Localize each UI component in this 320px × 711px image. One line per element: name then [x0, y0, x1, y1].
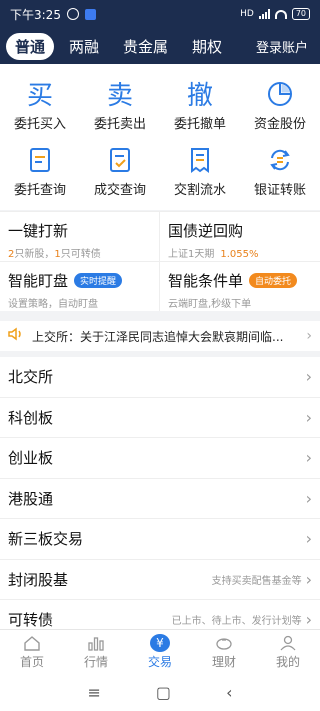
grid-item-label: 委托查询 [13, 182, 66, 198]
grid-item-label: 委托买入 [13, 116, 66, 132]
grid-item-cancel[interactable]: 撤 委托撤单 [160, 72, 240, 138]
grid-item-funds[interactable]: 资金股份 [240, 72, 320, 138]
grid-item-label: 委托卖出 [93, 116, 146, 132]
repo-card[interactable]: 国债逆回购 上证1天期 1.055% [160, 211, 320, 261]
condition-order-title: 智能条件单 [168, 272, 244, 290]
smart-watch-subtitle: 设置策略，自动盯盘 [8, 299, 98, 310]
sell-icon: 卖 [106, 81, 133, 111]
wifi-icon [274, 9, 287, 19]
signal-icon [258, 9, 270, 19]
market-list: 北交所 › 科创板 › 创业板 › 港股通 › 新三板交易 › 封闭股基 支持买卖配售基金等… [0, 357, 320, 641]
ipo-title: 一键打新 [8, 222, 69, 240]
status-time: 下午3:25 [10, 7, 61, 22]
notice-bar[interactable]: 上交所：关于江泽民同志追悼大会默哀期间临... › [0, 321, 320, 351]
realtime-tag: 实时提醒 [74, 273, 123, 288]
pie-chart-icon [265, 79, 295, 109]
list-item-hk-connect[interactable]: 港股通 › [0, 479, 320, 519]
grid-item-label: 银证转账 [253, 182, 306, 198]
header: 下午3:25 HD 70 普通 两融 贵金属 期权 登录账户 [0, 0, 320, 64]
tab-options[interactable]: 期权 [183, 33, 231, 60]
grid-item-label: 资金股份 [253, 116, 306, 132]
list-item-neeq[interactable]: 新三板交易 › [0, 519, 320, 560]
grid-item-trade-query[interactable]: 成交查询 [80, 138, 160, 204]
function-grid: 买 委托买入 卖 委托卖出 撤 委托撤单 资金股份 委托查询 成交查询 交割流水 [0, 64, 320, 210]
grid-item-sell[interactable]: 卖 委托卖出 [80, 72, 160, 138]
trade-query-icon [105, 145, 135, 175]
nav-wealth[interactable]: 理财 [192, 630, 256, 673]
tab-margin[interactable]: 两融 [60, 33, 108, 60]
smart-watch-title: 智能盯盘 [8, 272, 69, 290]
system-nav-bar: ≡ ▢ ‹ [0, 673, 320, 711]
smart-watch-card[interactable]: 智能盯盘 实时提醒 设置策略，自动盯盘 [0, 261, 160, 311]
nav-trade[interactable]: ¥ 交易 [128, 630, 192, 673]
order-query-icon [25, 145, 55, 175]
repo-subtitle: 上证1天期 1.055% [168, 249, 259, 260]
list-item-star-market[interactable]: 科创板 › [0, 398, 320, 438]
repo-rate: 1.055% [220, 249, 259, 260]
tab-precious-metals[interactable]: 贵金属 [114, 33, 177, 60]
market-icon [86, 634, 106, 652]
battery-icon: 70 [291, 8, 310, 20]
list-item-hint: 支持买卖配售基金等 [211, 575, 302, 587]
auto-order-tag: 自动委托 [249, 273, 298, 288]
grid-item-label: 委托撤单 [173, 116, 226, 132]
repo-title: 国债逆回购 [168, 222, 244, 240]
piggy-bank-icon [214, 634, 234, 652]
chevron-right-icon: › [305, 367, 312, 387]
grid-item-buy[interactable]: 买 委托买入 [0, 72, 80, 138]
ipo-card[interactable]: 一键打新 2只新股，1只可转债 [0, 211, 160, 261]
cancel-order-icon: 撤 [186, 81, 213, 111]
grid-item-label: 成交查询 [93, 182, 146, 198]
speaker-icon [8, 327, 24, 345]
chevron-right-icon: › [305, 569, 312, 589]
ipo-subtitle: 2只新股，1只可转债 [8, 249, 101, 260]
alarm-icon [66, 8, 79, 20]
notice-text: 上交所：关于江泽民同志追悼大会默哀期间临... [32, 329, 284, 344]
grid-item-statement[interactable]: 交割流水 [160, 138, 240, 204]
account-type-tabs: 普通 两融 贵金属 期权 登录账户 [0, 28, 320, 64]
grid-item-label: 交割流水 [173, 182, 226, 198]
list-item-closed-funds[interactable]: 封闭股基 支持买卖配售基金等 › [0, 560, 320, 600]
chevron-right-icon: › [305, 488, 312, 508]
login-button[interactable]: 登录账户 [256, 37, 314, 56]
statement-icon [185, 145, 215, 175]
grid-item-transfer[interactable]: 银证转账 [240, 138, 320, 204]
chevron-right-icon: › [306, 328, 312, 344]
back-icon[interactable]: ‹ [226, 683, 232, 702]
chevron-right-icon: › [305, 610, 312, 630]
bottom-nav: 首页 行情 ¥ 交易 理财 我的 [0, 629, 320, 673]
chevron-right-icon: › [305, 448, 312, 468]
chevron-right-icon: › [305, 529, 312, 549]
buy-icon: 买 [26, 81, 53, 111]
nav-home[interactable]: 首页 [0, 630, 64, 673]
nav-market[interactable]: 行情 [64, 630, 128, 673]
menu-icon[interactable]: ≡ [88, 683, 101, 702]
trade-icon: ¥ [150, 633, 170, 652]
tab-normal[interactable]: 普通 [6, 32, 55, 60]
list-item-hint: 已上市、待上市、发行计划等 [171, 616, 302, 628]
transfer-icon [265, 145, 295, 175]
nav-mine[interactable]: 我的 [256, 630, 320, 673]
grid-item-order-query[interactable]: 委托查询 [0, 138, 80, 204]
user-icon [278, 634, 298, 652]
home-square-icon[interactable]: ▢ [156, 683, 171, 702]
status-bar: 下午3:25 HD 70 [0, 0, 320, 28]
list-item-chinext[interactable]: 创业板 › [0, 438, 320, 479]
promo-section: 一键打新 2只新股，1只可转债 国债逆回购 上证1天期 1.055% 智能盯盘 实时… [0, 211, 320, 311]
condition-order-subtitle: 云端盯盘,秒级下单 [168, 299, 252, 310]
app-notification-icon [84, 8, 96, 20]
network-type: HD [240, 9, 254, 19]
list-item-bse[interactable]: 北交所 › [0, 357, 320, 398]
home-icon [22, 634, 42, 652]
chevron-right-icon: › [305, 407, 312, 427]
condition-order-card[interactable]: 智能条件单 自动委托 云端盯盘,秒级下单 [160, 261, 320, 311]
